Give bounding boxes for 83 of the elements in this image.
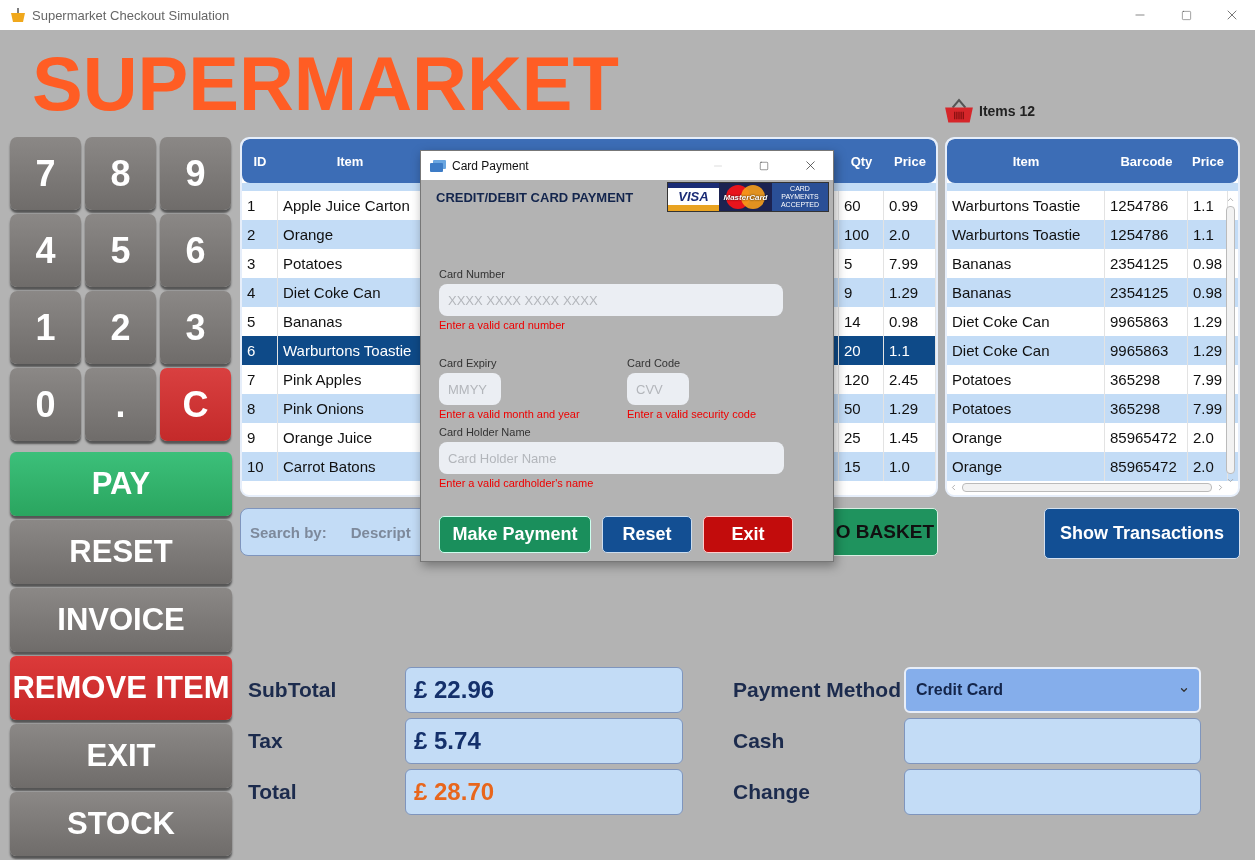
dialog-heading: CREDIT/DEBIT CARD PAYMENT xyxy=(436,189,634,205)
card-icon xyxy=(430,159,446,172)
action-button[interactable]: REMOVE ITEM xyxy=(10,656,232,720)
app-title: SUPERMARKET xyxy=(32,46,619,122)
action-button[interactable]: RESET xyxy=(10,520,232,584)
keypad-key[interactable]: 8 xyxy=(85,137,156,210)
clear-key[interactable]: C xyxy=(160,368,231,441)
keypad-key[interactable]: 7 xyxy=(10,137,81,210)
scroll-down-icon[interactable] xyxy=(1225,476,1235,485)
keypad-key[interactable]: 5 xyxy=(85,214,156,287)
column-header[interactable]: Barcode xyxy=(1105,153,1188,169)
basket-icon xyxy=(943,98,975,124)
keypad-key[interactable]: . xyxy=(85,368,156,441)
total-label: SubTotal xyxy=(248,678,338,702)
maximize-icon xyxy=(1180,9,1192,21)
action-button[interactable]: STOCK xyxy=(10,792,232,856)
caret-icon xyxy=(1179,685,1189,695)
payment-label: Cash xyxy=(733,729,786,753)
dialog-title: Card Payment xyxy=(452,158,529,173)
window-title: Supermarket Checkout Simulation xyxy=(32,7,230,23)
dialog-button[interactable]: Exit xyxy=(703,516,793,553)
maximize-icon xyxy=(759,160,769,171)
keypad-key[interactable]: 3 xyxy=(160,291,231,364)
table-cell: Orange xyxy=(947,452,1105,481)
keypad-key[interactable]: 1 xyxy=(10,291,81,364)
horizontal-scrollbar[interactable] xyxy=(949,481,1225,493)
field-label: Card Code xyxy=(627,357,682,369)
table-cell: 15 xyxy=(839,452,884,481)
table-row[interactable]: Diet Coke Can 9965863 1.29 xyxy=(947,336,1238,365)
table-cell: 85965472 xyxy=(1105,452,1188,481)
error-message: Enter a valid security code xyxy=(627,408,757,420)
total-label: Total xyxy=(248,780,298,804)
search-label: Search by: xyxy=(250,523,327,541)
error-message: Enter a valid cardholder's name xyxy=(439,477,595,489)
show-transactions-button[interactable]: Show Transactions xyxy=(1044,508,1240,559)
cvv-field[interactable]: CVV xyxy=(627,373,689,405)
visa-logo: VISA xyxy=(668,183,719,211)
table-row[interactable]: Warburtons Toastie 1254786 1.1 xyxy=(947,220,1238,249)
input-field[interactable] xyxy=(904,769,1201,815)
table-row[interactable]: Potatoes 365298 7.99 xyxy=(947,394,1238,423)
keypad-key[interactable]: 6 xyxy=(160,214,231,287)
total-label: Tax xyxy=(248,729,284,753)
basket-icon xyxy=(10,7,26,23)
keypad-key[interactable]: 9 xyxy=(160,137,231,210)
amount-field: £ 22.96 xyxy=(405,667,683,713)
action-button[interactable]: INVOICE xyxy=(10,588,232,652)
payment-method-select[interactable]: Credit Card xyxy=(904,667,1201,713)
scroll-left-icon[interactable] xyxy=(949,482,958,492)
keypad-key[interactable]: 0 xyxy=(10,368,81,441)
amount-field: £ 28.70 xyxy=(405,769,683,815)
card-number-field[interactable]: XXXX XXXX XXXX XXXX xyxy=(439,284,783,316)
table-row[interactable]: Bananas 2354125 0.98 xyxy=(947,278,1238,307)
table-cell: 10 xyxy=(242,452,278,481)
field-label: Card Holder Name xyxy=(439,426,532,438)
expiry-field[interactable]: MMYY xyxy=(439,373,501,405)
input-field[interactable] xyxy=(904,718,1201,764)
payment-label: Change xyxy=(733,780,811,804)
dialog-button[interactable]: Make Payment xyxy=(439,516,591,553)
keypad-key[interactable]: 2 xyxy=(85,291,156,364)
items-label: Items xyxy=(979,102,1016,119)
table-row[interactable]: Orange 85965472 2.0 xyxy=(947,452,1238,481)
column-header[interactable]: Qty xyxy=(839,153,884,169)
column-header[interactable]: Item xyxy=(947,153,1105,169)
scroll-right-icon[interactable] xyxy=(1216,482,1225,492)
table-cell: 1.0 xyxy=(884,452,936,481)
scroll-up-icon[interactable] xyxy=(1225,195,1235,204)
amount-field: £ 5.74 xyxy=(405,718,683,764)
vertical-scrollbar[interactable] xyxy=(1224,195,1236,485)
cardholder-name-field[interactable]: Card Holder Name xyxy=(439,442,784,474)
action-button[interactable]: PAY xyxy=(10,452,232,516)
field-label: Card Expiry xyxy=(439,357,498,369)
column-header[interactable]: Price xyxy=(1188,153,1228,169)
field-label: Card Number xyxy=(439,268,507,280)
items-count: 12 xyxy=(1019,102,1036,119)
keypad-key[interactable]: 4 xyxy=(10,214,81,287)
error-message: Enter a valid card number xyxy=(439,319,566,331)
dialog-button[interactable]: Reset xyxy=(602,516,692,553)
column-header[interactable]: ID xyxy=(242,153,278,169)
payment-label: Payment Method xyxy=(733,678,903,702)
column-header[interactable]: Item xyxy=(278,153,422,169)
error-message: Enter a valid month and year xyxy=(439,408,581,420)
column-header[interactable]: Price xyxy=(884,153,936,169)
action-button[interactable]: EXIT xyxy=(10,724,232,788)
